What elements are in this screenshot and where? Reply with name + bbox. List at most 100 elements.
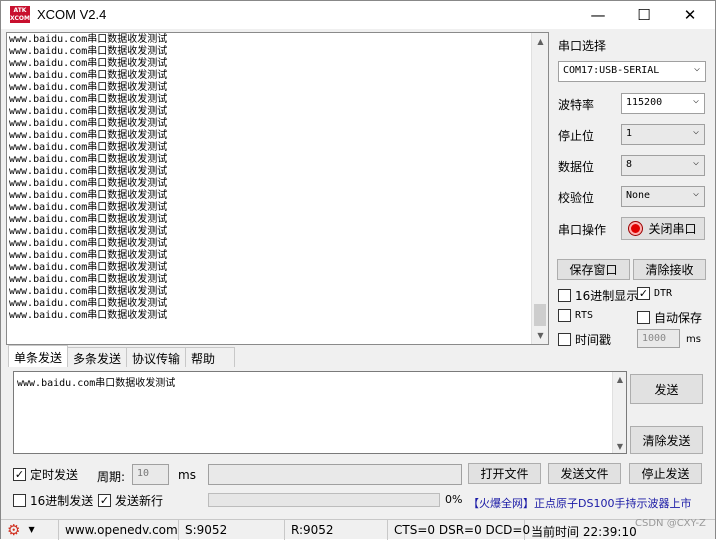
baud-select[interactable]: 115200 ⌵ (621, 93, 705, 114)
timestamp-ms-unit: ms (686, 334, 701, 345)
receive-line: www.baidu.com串口数据收发测试 (9, 178, 168, 189)
receive-line: www.baidu.com串口数据收发测试 (9, 94, 168, 105)
watermark: CSDN @CXY-Z (635, 518, 706, 529)
close-button[interactable]: ✕ (667, 1, 713, 29)
send-button[interactable]: 发送 (630, 374, 703, 404)
send-text: www.baidu.com串口数据收发测试 (17, 378, 176, 389)
atk-logo-icon: ATK XCOM (10, 6, 30, 23)
scroll-up-icon[interactable]: ▲ (613, 372, 627, 386)
hex-display-checkbox[interactable]: 16进制显示 (558, 287, 638, 304)
website-link[interactable]: www.openedv.com (59, 519, 179, 540)
minimize-button[interactable]: — (575, 1, 621, 29)
dropdown-arrow-icon: ▼ (28, 525, 35, 534)
receive-line: www.baidu.com串口数据收发测试 (9, 166, 168, 177)
chevron-down-icon: ⌵ (692, 157, 699, 168)
title-bar: ATK XCOM XCOM V2.4 — ☐ ✕ (1, 1, 715, 29)
checkbox-icon (637, 311, 650, 324)
auto-save-checkbox[interactable]: 自动保存 (637, 309, 702, 326)
receive-line: www.baidu.com串口数据收发测试 (9, 190, 168, 201)
receive-line: www.baidu.com串口数据收发测试 (9, 202, 168, 213)
send-newline-label: 发送新行 (115, 494, 164, 508)
received-count: R:9052 (285, 519, 388, 540)
timestamp-checkbox[interactable]: 时间戳 (558, 331, 611, 348)
send-newline-checkbox[interactable]: ✓ 发送新行 (98, 492, 163, 509)
checkbox-icon (558, 309, 571, 322)
tab-single-send[interactable]: 单条发送 (8, 345, 69, 367)
period-input[interactable]: 10 (132, 464, 169, 485)
stop-send-button[interactable]: 停止发送 (629, 463, 702, 484)
receive-line: www.baidu.com串口数据收发测试 (9, 298, 168, 309)
maximize-button[interactable]: ☐ (621, 1, 667, 29)
receive-line: www.baidu.com串口数据收发测试 (9, 106, 168, 117)
receive-scrollbar[interactable]: ▲ ▼ (531, 33, 548, 344)
red-indicator-icon (629, 222, 643, 235)
port-select[interactable]: COM17:USB-SERIAL ⌵ (558, 61, 706, 82)
receive-line: www.baidu.com串口数据收发测试 (9, 154, 168, 165)
clear-send-button[interactable]: 清除发送 (630, 426, 703, 454)
send-file-button[interactable]: 发送文件 (548, 463, 621, 484)
receive-line: www.baidu.com串口数据收发测试 (9, 214, 168, 225)
parity-select[interactable]: None ⌵ (621, 186, 705, 207)
checked-icon: ✓ (13, 468, 26, 481)
current-time: 当前时间 22:39:10 (531, 524, 637, 539)
rts-checkbox[interactable]: RTS (558, 309, 593, 322)
settings-menu[interactable]: ⚙ ▼ (1, 519, 59, 540)
hex-send-checkbox[interactable]: 16进制发送 (13, 492, 93, 509)
checked-icon: ✓ (98, 494, 111, 507)
chevron-down-icon: ⌵ (693, 63, 700, 74)
scroll-thumb[interactable] (534, 304, 546, 326)
timestamp-ms-input[interactable]: 1000 (637, 329, 680, 348)
tab-help[interactable]: 帮助 (185, 347, 236, 367)
receive-line: www.baidu.com串口数据收发测试 (9, 58, 168, 69)
xcom-window: ATK XCOM XCOM V2.4 — ☐ ✕ www.baidu.com串口数… (0, 0, 716, 540)
chevron-down-icon: ⌵ (692, 188, 699, 199)
receive-line: www.baidu.com串口数据收发测试 (9, 286, 168, 297)
receive-line: www.baidu.com串口数据收发测试 (9, 82, 168, 93)
checkbox-icon (558, 289, 571, 302)
close-port-button[interactable]: 关闭串口 (621, 217, 705, 240)
serial-op-label: 串口操作 (558, 223, 607, 237)
stop-bits-select[interactable]: 1 ⌵ (621, 124, 705, 145)
period-unit: ms (178, 468, 196, 482)
dtr-label: DTR (654, 288, 673, 299)
receive-text: www.baidu.com串口数据收发测试 www.baidu.com串口数据收发… (9, 34, 167, 322)
receive-line: www.baidu.com串口数据收发测试 (9, 250, 168, 261)
receive-line: www.baidu.com串口数据收发测试 (9, 310, 168, 321)
ad-link[interactable]: 【火爆全网】正点原子DS100手持示波器上市 (468, 495, 691, 511)
tab-multi-send[interactable]: 多条发送 (67, 347, 128, 367)
period-label: 周期: (97, 470, 126, 484)
file-path-input[interactable] (208, 464, 462, 485)
hex-display-label: 16进制显示 (575, 289, 639, 303)
send-textarea[interactable]: www.baidu.com串口数据收发测试 ▲ ▼ (13, 371, 627, 454)
baud-label: 波特率 (558, 98, 595, 112)
save-window-button[interactable]: 保存窗口 (557, 259, 630, 280)
timed-send-checkbox[interactable]: ✓ 定时发送 (13, 466, 78, 483)
open-file-button[interactable]: 打开文件 (468, 463, 541, 484)
receive-line: www.baidu.com串口数据收发测试 (9, 70, 168, 81)
send-progress-bar (208, 493, 440, 507)
send-scrollbar[interactable]: ▲ ▼ (612, 372, 626, 453)
data-bits-select[interactable]: 8 ⌵ (621, 155, 705, 176)
receive-line: www.baidu.com串口数据收发测试 (9, 262, 168, 273)
receive-area[interactable]: www.baidu.com串口数据收发测试 www.baidu.com串口数据收发… (6, 32, 549, 345)
stop-bits-label: 停止位 (558, 129, 595, 143)
receive-line: www.baidu.com串口数据收发测试 (9, 130, 168, 141)
receive-line: www.baidu.com串口数据收发测试 (9, 274, 168, 285)
scroll-down-icon[interactable]: ▼ (532, 327, 548, 344)
scroll-down-icon[interactable]: ▼ (613, 439, 627, 453)
modem-lines: CTS=0 DSR=0 DCD=0 (388, 519, 530, 540)
data-bits-label: 数据位 (558, 160, 595, 174)
tab-protocol[interactable]: 协议传输 (126, 347, 187, 367)
chevron-down-icon: ⌵ (692, 95, 699, 106)
sent-count: S:9052 (179, 519, 285, 540)
scroll-up-icon[interactable]: ▲ (532, 33, 548, 50)
gear-icon: ⚙ (7, 520, 21, 539)
close-port-label: 关闭串口 (648, 222, 697, 236)
status-bar: ⚙ ▼ www.openedv.com S:9052 R:9052 CTS=0 D… (1, 519, 715, 540)
receive-line: www.baidu.com串口数据收发测试 (9, 46, 168, 57)
clear-receive-button[interactable]: 清除接收 (633, 259, 706, 280)
checked-icon: ✓ (637, 287, 650, 300)
window-title: XCOM V2.4 (37, 7, 107, 22)
dtr-checkbox[interactable]: ✓ DTR (637, 287, 672, 300)
port-label: 串口选择 (558, 39, 607, 53)
